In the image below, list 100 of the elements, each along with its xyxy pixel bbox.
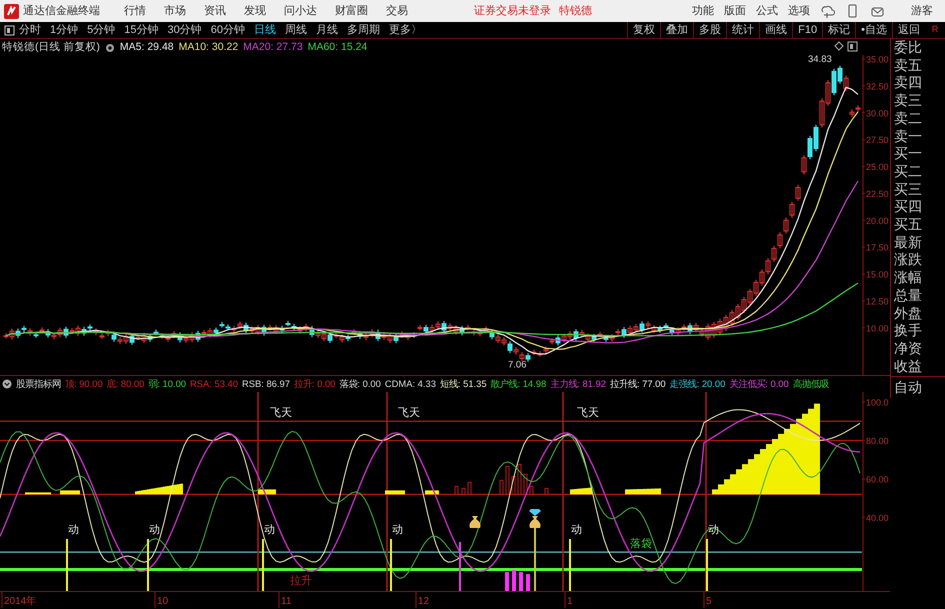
signal-line <box>66 539 68 591</box>
signal-label: 动 <box>571 524 582 536</box>
axis-label: 20.00 <box>866 216 889 226</box>
menu-item[interactable]: 财富圈 <box>335 2 368 20</box>
legend-value: CDMA: 4.33 <box>384 377 436 391</box>
corner-label: R <box>930 23 940 36</box>
axis-label: 25.00 <box>866 162 889 172</box>
legend-value: 高抛低吸 <box>792 377 829 391</box>
toolbar-button[interactable]: 画线 <box>759 22 792 38</box>
quote-field-label[interactable]: 买五 <box>894 216 945 234</box>
period-tab[interactable]: 更多〉 <box>389 22 422 38</box>
period-tab[interactable]: 周线 <box>285 22 307 38</box>
axis-label: 17.50 <box>866 242 889 253</box>
axis-label: 22.50 <box>866 188 889 199</box>
period-tab[interactable]: 5分钟 <box>87 22 116 38</box>
legend-value: 散户线: 14.98 <box>490 377 546 391</box>
signal-label: 动 <box>149 524 160 536</box>
period-tab[interactable]: 多周期 <box>347 22 380 38</box>
menu-item[interactable]: 交易 <box>386 2 408 20</box>
menu-item[interactable]: 资讯 <box>204 2 226 20</box>
signal-line <box>459 542 461 591</box>
user-name[interactable]: 游客 <box>911 2 933 20</box>
menu-item[interactable]: 选项 <box>788 2 810 20</box>
quote-field-label[interactable]: 卖一 <box>894 128 945 146</box>
period-tab[interactable]: 60分钟 <box>210 22 245 38</box>
axis-label: 12.50 <box>866 296 889 306</box>
period-tab[interactable]: 月线 <box>316 22 338 38</box>
toolbar-icons[interactable] <box>834 41 858 52</box>
quote-field-label[interactable]: 卖四 <box>894 74 945 92</box>
toolbar-button[interactable]: 复权 <box>627 22 660 38</box>
chevron-icon[interactable] <box>2 379 12 390</box>
toolbar-button[interactable]: •自选 <box>855 22 892 38</box>
period-tab[interactable]: 30分钟 <box>168 22 202 38</box>
diamond-icon <box>529 509 541 516</box>
axis-label: 27.50 <box>866 135 889 146</box>
axis-label: 30.00 <box>866 108 889 118</box>
gear-icon[interactable] <box>104 42 115 53</box>
quote-field-label[interactable]: 买四 <box>894 198 945 216</box>
quote-field-label[interactable]: 净资 <box>894 340 945 358</box>
legend-value: MA20: 27.73 <box>243 40 303 55</box>
menu-item[interactable]: 行情 <box>124 2 146 20</box>
quote-field-label[interactable]: 外盘 <box>894 304 945 322</box>
login-notice[interactable]: 证券交易未登录 <box>474 2 551 20</box>
quote-field-label[interactable]: 涨幅 <box>894 269 945 287</box>
signal-line <box>706 539 708 591</box>
toolbar-button[interactable]: 标记 <box>822 22 856 38</box>
toolbar-button[interactable]: F10 <box>792 22 822 38</box>
signal-label: 飞天 <box>577 407 599 419</box>
quote-field-label[interactable]: 委比 <box>894 39 945 57</box>
toolbar-button[interactable]: 返回 <box>892 22 925 38</box>
cloud-icon[interactable] <box>820 4 835 18</box>
axis-label: 12 <box>418 596 430 607</box>
signal-line <box>534 528 536 591</box>
menu-item[interactable]: 市场 <box>164 2 186 20</box>
signal-label: 拉升 <box>290 575 312 587</box>
period-tab[interactable]: 15分钟 <box>124 22 158 38</box>
legend-value: RSB: 86.97 <box>242 377 290 391</box>
window-icon[interactable] <box>4 24 15 36</box>
quote-field-label[interactable]: 收益 <box>894 358 945 376</box>
app-title: 通达信金融终端 <box>23 4 100 19</box>
quote-field-label[interactable]: 卖五 <box>894 56 945 74</box>
quote-field-label[interactable]: 买二 <box>894 162 945 181</box>
legend-value: RSA: 53.40 <box>190 377 238 391</box>
quote-field-label[interactable]: 买三 <box>894 180 945 198</box>
signal-label: 动 <box>68 524 79 536</box>
axis-label: 5 <box>706 596 712 607</box>
legend-value: 底: 80.00 <box>106 377 144 391</box>
auto-button[interactable]: 自动 <box>894 379 922 395</box>
stock-name: 特锐德 <box>559 4 592 19</box>
legend-value: 顶: 90.00 <box>65 377 103 391</box>
legend-value: 落袋: 0.00 <box>339 377 381 391</box>
menu-item[interactable]: 问小达 <box>284 2 317 20</box>
signal-label: 飞天 <box>398 407 420 419</box>
menu-item[interactable]: 功能 <box>692 2 714 20</box>
signal-line <box>390 539 392 591</box>
axis-label: 80.00 <box>866 436 889 446</box>
menu-item[interactable]: 发现 <box>244 2 266 20</box>
menu-item[interactable]: 公式 <box>756 2 778 20</box>
signal-label: 动 <box>392 524 403 536</box>
toolbar-button[interactable]: 多股 <box>693 22 726 38</box>
axis-label: 10.00 <box>866 323 889 334</box>
quote-field-label[interactable]: 涨跌 <box>894 251 945 270</box>
signal-label: 动 <box>264 524 275 536</box>
legend-value: 关注低买: 0.00 <box>729 377 789 391</box>
signal-line <box>569 539 571 591</box>
axis-label: 1 <box>567 596 573 607</box>
quote-field-label[interactable]: 换手 <box>894 322 945 340</box>
quote-field-label[interactable]: 总量 <box>894 286 945 305</box>
axis-label: 60.00 <box>866 474 889 484</box>
period-tab[interactable]: 分时 <box>19 22 41 38</box>
quote-field-label[interactable]: 买一 <box>894 145 945 163</box>
toolbar-button[interactable]: 叠加 <box>660 22 694 38</box>
quote-field-label[interactable]: 卖二 <box>894 110 945 128</box>
period-tab[interactable]: 日线 <box>254 22 276 38</box>
toolbar-button[interactable]: 统计 <box>726 22 760 38</box>
period-tab[interactable]: 1分钟 <box>50 22 78 38</box>
legend-value: MA5: 29.48 <box>120 40 174 55</box>
menu-item[interactable]: 版面 <box>724 2 746 20</box>
quote-field-label[interactable]: 最新 <box>894 234 945 252</box>
quote-field-label[interactable]: 卖三 <box>894 92 945 110</box>
